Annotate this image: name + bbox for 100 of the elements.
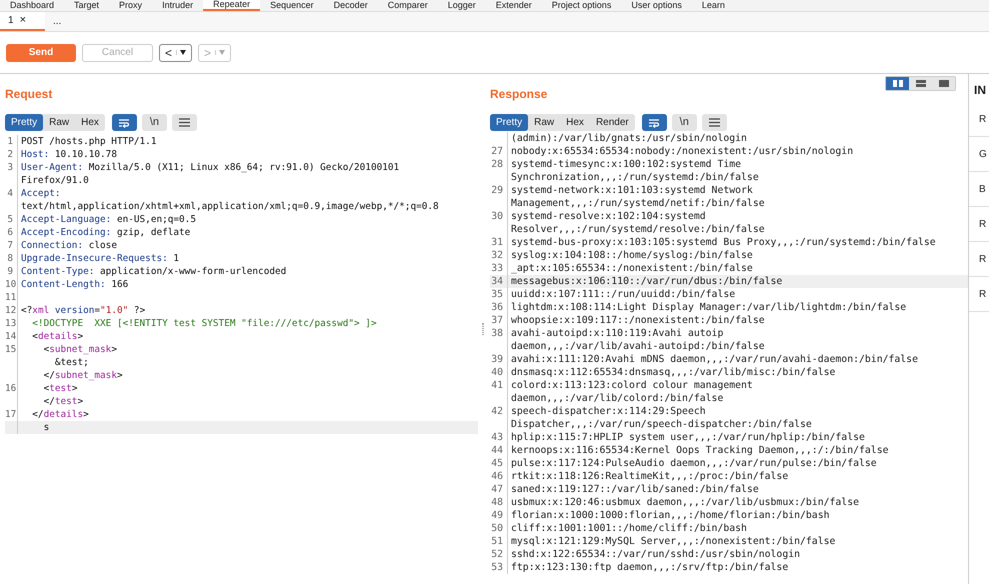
code-text: kernoops:x:116:65534:Kernel Oops Tracking Daemon,,,:/:/bin/false: [510, 444, 888, 457]
line-number: 11: [5, 292, 16, 303]
request-tab[interactable]: 1 ×: [0, 12, 45, 31]
code-text: sshd:x:122:65534::/var/run/sshd:/usr/sbin/nologin: [510, 548, 800, 561]
code-text: Host: 10.10.10.78: [20, 148, 117, 161]
line-number: 9: [7, 266, 13, 277]
line-number: 13: [5, 318, 16, 329]
line-number: 40: [491, 367, 503, 378]
code-text: <?xml version="1.0" ?>: [20, 304, 146, 317]
line-number: 29: [491, 185, 503, 196]
code-text: Resolver,,,:/run/systemd/resolve:/bin/false: [510, 223, 765, 236]
layout-toggle[interactable]: [932, 77, 955, 90]
code-text: </subnet_mask>: [42, 369, 123, 382]
main-tab[interactable]: Sequencer: [260, 0, 324, 11]
line-number: 52: [491, 549, 503, 560]
main-tab[interactable]: Dashboard: [0, 0, 64, 11]
close-tab-button[interactable]: ×: [20, 12, 26, 29]
code-text: systemd-timesync:x:100:102:systemd Time: [510, 158, 742, 171]
editor-tab[interactable]: Hex: [75, 114, 105, 131]
code-text: Accept:: [20, 187, 61, 200]
line-number: 34: [491, 276, 503, 287]
code-text: syslog:x:104:108::/home/syslog:/bin/false: [510, 249, 753, 262]
line-number: 44: [491, 445, 503, 456]
main-tab[interactable]: Learn: [692, 0, 735, 11]
code-text: Accept-Language: en-US,en;q=0.5: [20, 213, 196, 226]
main-tab[interactable]: Decoder: [324, 0, 378, 11]
editor-tab[interactable]: Raw: [528, 114, 560, 131]
request-tab[interactable]: ...: [45, 12, 90, 31]
line-number: 17: [5, 409, 16, 420]
line-number: 46: [491, 471, 503, 482]
menu-button[interactable]: [172, 114, 197, 131]
code-text: daemon,,,:/var/lib/avahi-autoipd:/bin/false: [510, 340, 765, 353]
code-text: </test>: [42, 395, 84, 408]
line-number: 16: [5, 383, 16, 394]
line-number: 50: [491, 523, 503, 534]
code-text: speech-dispatcher:x:114:29:Speech: [510, 405, 706, 418]
inspector-section[interactable]: R: [969, 242, 989, 277]
single-pane-icon: [938, 80, 948, 87]
line-number: 27: [491, 146, 503, 157]
inspector-title: IN: [973, 82, 987, 99]
code-text: <subnet_mask>: [42, 343, 117, 356]
main-tab[interactable]: Target: [64, 0, 110, 11]
menu-icon: [178, 118, 190, 127]
editor-tab[interactable]: Pretty: [490, 114, 528, 131]
code-text: _apt:x:105:65534::/nonexistent:/bin/false: [510, 262, 753, 275]
line-number: 47: [491, 484, 503, 495]
editor-tab[interactable]: Pretty: [5, 114, 44, 131]
code-text: pulse:x:117:124:PulseAudio daemon,,,:/var/run/pulse:/bin/false: [510, 457, 877, 470]
tab-label: 1: [8, 14, 14, 28]
code-text: usbmux:x:120:46:usbmux daemon,,,:/var/lib/usbmux:/bin/false: [510, 496, 859, 509]
line-number: 15: [5, 344, 16, 355]
tab-label: ...: [53, 15, 62, 29]
newline-toggle[interactable]: \n: [142, 114, 167, 131]
line-number: 51: [491, 536, 503, 547]
code-text: Management,,,:/run/systemd/netif:/bin/false: [510, 197, 765, 210]
rows-icon: [916, 80, 926, 87]
layout-toggle[interactable]: [909, 77, 932, 90]
code-text: systemd-network:x:101:103:systemd Network: [510, 184, 753, 197]
pane-title: Response: [490, 87, 548, 101]
editor-tab[interactable]: Raw: [43, 114, 76, 131]
code-text: saned:x:119:127::/var/lib/saned:/bin/false: [510, 483, 759, 496]
back-button[interactable]: <: [159, 44, 192, 62]
main-tab[interactable]: Logger: [438, 0, 486, 11]
layout-toggle[interactable]: [886, 77, 909, 90]
line-number: 35: [491, 289, 503, 300]
caret-icon: [215, 50, 226, 55]
line-number: 49: [491, 510, 503, 521]
line-number: 14: [5, 331, 16, 342]
editor-tab[interactable]: Hex: [560, 114, 590, 131]
main-tab[interactable]: Proxy: [109, 0, 152, 11]
code-text: &test;: [54, 356, 89, 369]
line-number: 7: [7, 240, 13, 251]
columns-icon: [892, 80, 902, 87]
main-tab[interactable]: Project options: [542, 0, 622, 11]
wrap-toggle[interactable]: [112, 114, 137, 131]
code-text: avahi:x:111:120:Avahi mDNS daemon,,,:/var/run/avahi-daemon:/bin/false: [510, 353, 918, 366]
wrap-toggle[interactable]: [642, 114, 667, 131]
code-text: mysql:x:121:129:MySQL Server,,,:/nonexistent:/bin/false: [510, 535, 836, 548]
inspector-section[interactable]: R: [969, 277, 989, 312]
inspector-section[interactable]: G: [969, 137, 989, 172]
code-text: lightdm:x:108:114:Light Display Manager:/var/lib/lightdm:/bin/false: [510, 301, 906, 314]
line-number: 45: [491, 458, 503, 469]
main-tab[interactable]: User options: [621, 0, 692, 11]
inspector-section[interactable]: R: [969, 102, 989, 137]
editor-tab[interactable]: Render: [590, 114, 635, 131]
inspector-section[interactable]: R: [969, 207, 989, 242]
pane-title: Request: [5, 87, 54, 101]
line-number: 12: [5, 305, 16, 316]
main-tab[interactable]: Intruder: [152, 0, 204, 11]
main-tab[interactable]: Comparer: [378, 0, 438, 11]
code-text: Content-Type: application/x-www-form-urlencoded: [20, 265, 286, 278]
code-text: systemd-resolve:x:102:104:systemd: [510, 210, 706, 223]
newline-toggle[interactable]: \n: [672, 114, 697, 131]
menu-button[interactable]: [702, 114, 727, 131]
line-number: 28: [491, 159, 503, 170]
main-tab[interactable]: Extender: [486, 0, 542, 11]
code-text: cliff:x:1001:1001::/home/cliff:/bin/bash: [510, 522, 747, 535]
inspector-section[interactable]: B: [969, 172, 989, 207]
main-tab[interactable]: Repeater: [203, 0, 260, 11]
code-text: colord:x:113:123:colord colour management: [510, 379, 753, 392]
